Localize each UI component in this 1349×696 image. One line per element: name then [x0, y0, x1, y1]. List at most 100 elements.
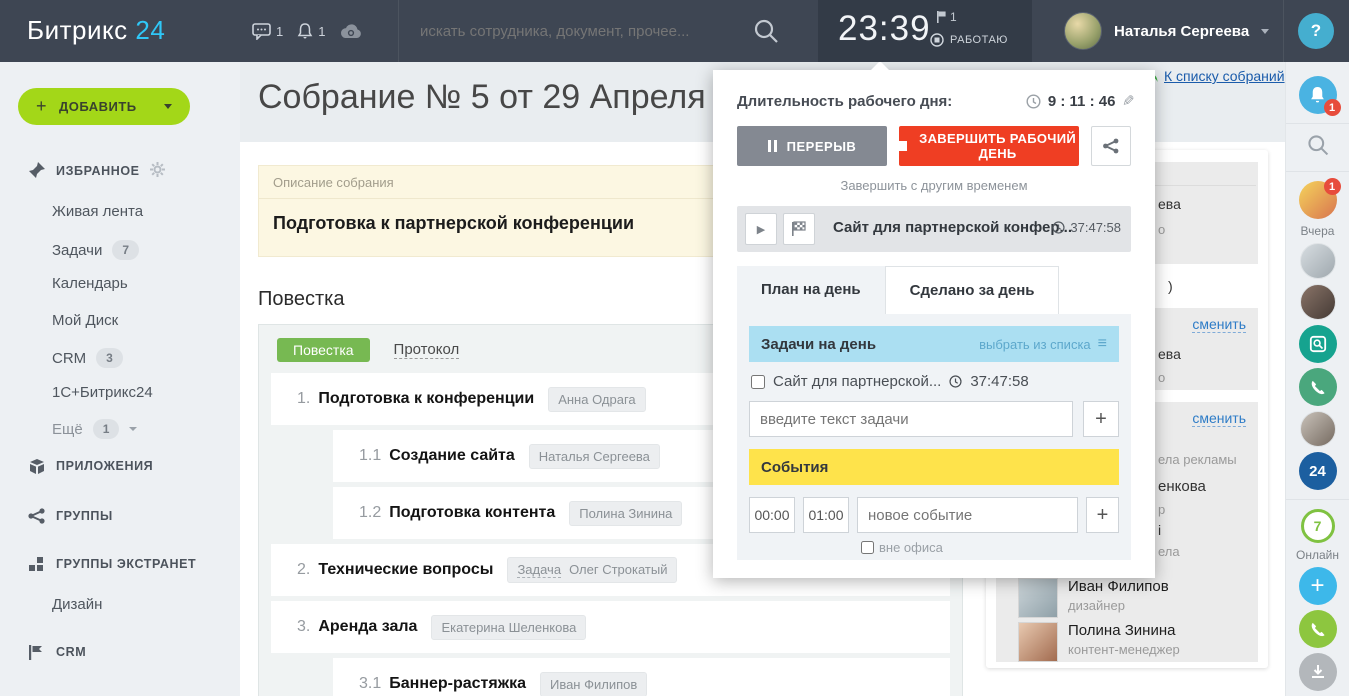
- play-icon[interactable]: ▶: [745, 213, 777, 245]
- name-fragment: енкова: [1158, 478, 1206, 495]
- chat-contact-avatar[interactable]: 1: [1299, 181, 1337, 219]
- task-link[interactable]: Задача: [517, 562, 561, 578]
- stop-status-icon: [930, 33, 944, 47]
- right-rail: 1 1 Вчера 24 7 Онлайн +: [1285, 62, 1349, 696]
- sidebar-item-tasks[interactable]: Задачи7: [52, 240, 139, 260]
- user-menu[interactable]: Наталья Сергеева: [1032, 0, 1283, 62]
- app-logo[interactable]: Битрикс 24: [27, 15, 165, 46]
- notifications-bell-button[interactable]: 1: [1299, 76, 1337, 114]
- doc-search-button[interactable]: [1299, 325, 1337, 363]
- crm-count-badge: 3: [96, 348, 123, 368]
- sidebar-header-extranet-groups[interactable]: ГРУППЫ ЭКСТРАНЕТ: [56, 557, 196, 571]
- sidebar-header-crm[interactable]: CRM: [56, 645, 86, 659]
- event-time-to-input[interactable]: [803, 497, 849, 533]
- participant-avatar: [1018, 578, 1058, 618]
- task-item-label[interactable]: Сайт для партнерской...: [773, 373, 941, 390]
- tab-day-plan[interactable]: План на день: [737, 266, 885, 314]
- share-button[interactable]: [1091, 126, 1131, 166]
- help-button[interactable]: ?: [1298, 13, 1334, 49]
- chat-icon[interactable]: 1: [252, 23, 283, 40]
- cloud-icon[interactable]: [339, 23, 363, 39]
- online-counter[interactable]: 7: [1301, 509, 1335, 543]
- bell-icon[interactable]: 1: [297, 23, 325, 40]
- recent-contact-avatar[interactable]: [1300, 411, 1336, 447]
- help-zone: ?: [1283, 0, 1349, 62]
- clock-icon: [1052, 221, 1065, 234]
- task-checkbox-row: Сайт для партнерской... 37:47:58: [751, 373, 1117, 390]
- sidebar-item-calendar[interactable]: Календарь: [52, 275, 128, 292]
- add-button[interactable]: + ДОБАВИТЬ: [18, 88, 190, 125]
- popup-buttons: ПЕРЕРЫВ ЗАВЕРШИТЬ РАБОЧИЙ ДЕНЬ: [737, 126, 1131, 166]
- event-time-from-input[interactable]: [749, 497, 795, 533]
- recent-contact-avatar[interactable]: [1300, 284, 1336, 320]
- new-task-input[interactable]: [749, 401, 1073, 437]
- share-nodes-icon: [28, 508, 46, 527]
- recent-contact-avatar[interactable]: [1300, 243, 1336, 279]
- break-button[interactable]: ПЕРЕРЫВ: [737, 126, 887, 166]
- share-icon: [1102, 138, 1120, 154]
- tab-agenda[interactable]: Повестка: [277, 338, 370, 362]
- hamburger-icon: ≡: [1098, 335, 1107, 353]
- search-icon[interactable]: [752, 17, 780, 50]
- finish-other-time-link[interactable]: Завершить с другим временем: [713, 178, 1155, 193]
- choose-from-list-link[interactable]: выбрать из списка ≡: [979, 335, 1107, 353]
- workday-time-widget[interactable]: 23:39 1 РАБОТАЮ: [818, 0, 1032, 62]
- out-of-office-row: вне офиса: [861, 540, 1119, 555]
- page-title: Собрание № 5 от 29 Апреля: [258, 78, 706, 117]
- global-search[interactable]: [420, 0, 750, 62]
- task-checkbox[interactable]: [751, 375, 765, 389]
- agenda-heading: Повестка: [258, 288, 345, 311]
- sidebar-item-crm[interactable]: CRM3: [52, 348, 123, 368]
- agenda-item-3[interactable]: 3. Аренда зала Екатерина Шеленкова: [271, 601, 950, 653]
- tasks-header-bar: Задачи на день выбрать из списка ≡: [749, 326, 1119, 362]
- messages-badge: 1: [1324, 178, 1341, 195]
- role-fragment: о: [1158, 370, 1165, 385]
- work-status[interactable]: РАБОТАЮ: [930, 33, 1008, 47]
- sidebar-header-apps[interactable]: ПРИЛОЖЕНИЯ: [56, 459, 153, 473]
- flag-counter: 1: [936, 10, 957, 24]
- invite-add-button[interactable]: +: [1299, 567, 1337, 605]
- search-input[interactable]: [420, 23, 750, 40]
- sidebar-header-groups[interactable]: ГРУППЫ: [56, 509, 113, 523]
- top-bar: Битрикс 24 1 1 23:39 1: [0, 0, 1349, 62]
- active-task-name[interactable]: Сайт для партнерской конфер...: [833, 219, 1072, 236]
- name-fragment: i: [1158, 522, 1161, 538]
- add-event-button[interactable]: +: [1086, 497, 1119, 533]
- tab-protocol[interactable]: Протокол: [394, 341, 460, 359]
- back-to-meetings-link[interactable]: К списку собраний: [1142, 68, 1285, 84]
- out-of-office-checkbox[interactable]: [861, 541, 874, 554]
- phone-icon: [1309, 621, 1326, 638]
- call-contact-button[interactable]: [1299, 368, 1337, 406]
- change-link[interactable]: сменить: [1192, 316, 1246, 333]
- rail-search-icon[interactable]: [1306, 133, 1330, 162]
- sidebar-item-design[interactable]: Дизайн: [52, 596, 102, 613]
- add-task-button[interactable]: +: [1083, 401, 1119, 437]
- new-event-input[interactable]: [857, 497, 1078, 533]
- finish-flag-icon[interactable]: [783, 213, 815, 245]
- chevron-down-icon: [1261, 29, 1269, 34]
- rail-divider: [1286, 499, 1349, 500]
- participant-row[interactable]: Полина Зининаконтент-менеджер: [1018, 622, 1180, 662]
- more-count-badge: 1: [93, 419, 120, 439]
- sidebar-header-favorites[interactable]: ИЗБРАННОЕ: [56, 162, 165, 180]
- pause-icon: [768, 140, 777, 152]
- sidebar-item-live-feed[interactable]: Живая лента: [52, 203, 143, 220]
- tab-day-done[interactable]: Сделано за день: [885, 266, 1060, 314]
- out-of-office-label: вне офиса: [879, 540, 943, 555]
- change-link[interactable]: сменить: [1192, 410, 1246, 427]
- sidebar-item-my-disk[interactable]: Мой Диск: [52, 312, 118, 329]
- owner-badge: Анна Одрага: [548, 387, 645, 412]
- sidebar-item-more[interactable]: Ещё1: [52, 419, 137, 439]
- owner-badge: Полина Зинина: [569, 501, 682, 526]
- owner-badge: Екатерина Шеленкова: [431, 615, 586, 640]
- finish-workday-button[interactable]: ЗАВЕРШИТЬ РАБОЧИЙ ДЕНЬ: [899, 126, 1079, 166]
- telephony-button[interactable]: [1299, 610, 1337, 648]
- edit-pencil-icon[interactable]: ✎: [1122, 92, 1135, 110]
- bitrix24-network-button[interactable]: 24: [1299, 452, 1337, 490]
- bitrix24-app: Битрикс 24 1 1 23:39 1: [0, 0, 1349, 696]
- download-app-button[interactable]: [1299, 653, 1337, 691]
- participant-row[interactable]: Иван Филиповдизайнер: [1018, 578, 1169, 618]
- agenda-item-3-1[interactable]: 3.1 Баннер-растяжка Иван Филипов: [333, 658, 950, 696]
- sidebar-item-1c-bitrix24[interactable]: 1С+Битрикс24: [52, 384, 153, 401]
- gear-icon[interactable]: [150, 162, 165, 180]
